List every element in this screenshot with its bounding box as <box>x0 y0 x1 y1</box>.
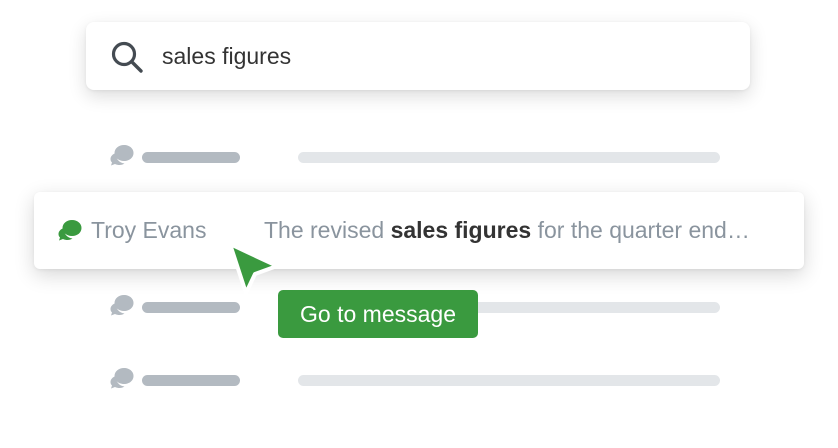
name-placeholder <box>142 302 240 313</box>
snippet-before: The revised <box>264 217 391 243</box>
chat-bubble-icon <box>110 368 134 389</box>
message-snippet: The revised sales figures for the quarte… <box>264 217 750 244</box>
chat-bubble-icon <box>110 145 134 166</box>
sender-name: Troy Evans <box>91 217 207 243</box>
message-placeholder <box>298 152 720 163</box>
name-placeholder <box>142 375 240 386</box>
go-to-message-button[interactable]: Go to message <box>278 290 478 338</box>
search-input[interactable] <box>162 40 722 72</box>
chat-bubble-icon <box>110 295 134 316</box>
snippet-highlight: sales figures <box>390 217 532 243</box>
list-item[interactable] <box>110 367 730 391</box>
search-result-card[interactable]: Troy Evans The revised sales figures for… <box>34 192 804 269</box>
message-placeholder <box>298 375 720 386</box>
search-icon <box>111 41 143 73</box>
snippet-after: for the quarter end… <box>531 217 750 243</box>
list-item[interactable] <box>110 144 730 168</box>
chat-bubble-icon <box>58 220 82 241</box>
name-placeholder <box>142 152 240 163</box>
search-bar[interactable] <box>86 22 750 90</box>
cursor-arrow-icon <box>228 242 279 295</box>
